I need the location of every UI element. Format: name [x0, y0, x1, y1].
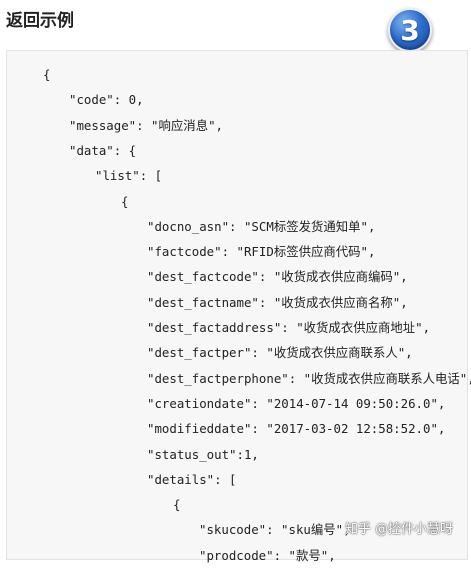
code-line: "skucode": "sku编号", — [199, 522, 351, 538]
code-line: { — [121, 193, 129, 209]
code-line: { — [43, 67, 51, 82]
code-line: "dest_factname": "收货成衣供应商名称", — [147, 294, 408, 310]
code-line: "factcode": "RFID标签供应商代码", — [147, 244, 376, 260]
code-line: "prodcode": "款号", — [199, 547, 336, 563]
watermark-text: 知乎 @控件小慧呀 — [345, 522, 454, 537]
section-title: 返回示例 — [6, 11, 74, 31]
code-line: "dest_factper": "收货成衣供应商联系人", — [147, 345, 413, 361]
code-line: "dest_factperphone": "收货成衣供应商联系人电话", — [147, 370, 471, 386]
code-line: "list": [ — [95, 168, 163, 184]
code-line: "data": { — [69, 142, 137, 158]
code-line: "dest_factaddress": "收货成衣供应商地址", — [147, 320, 431, 335]
code-line: "code": 0, — [69, 92, 144, 108]
watermark: 知乎 @控件小慧呀 — [345, 518, 453, 537]
code-line: "status_out":1, — [147, 446, 259, 462]
code-example-block: { "code": 0, "message": "响应消息", "data": { "l… — [6, 50, 471, 563]
code-line: "docno_asn": "SCM标签发货通知单", — [147, 218, 376, 234]
code-line: "details": [ — [147, 471, 237, 487]
code-line: "creationdate": "2014-07-14 09:50:26.0", — [147, 395, 446, 411]
code-line: { — [173, 497, 181, 513]
code-line: "message": "响应消息", — [69, 117, 223, 133]
code-line: "modifieddate": "2017-03-02 12:58:52.0", — [147, 421, 446, 437]
step-number-badge-icon: 3 — [388, 8, 432, 52]
code-line: "dest_factcode": "收货成衣供应商编码", — [147, 269, 408, 285]
